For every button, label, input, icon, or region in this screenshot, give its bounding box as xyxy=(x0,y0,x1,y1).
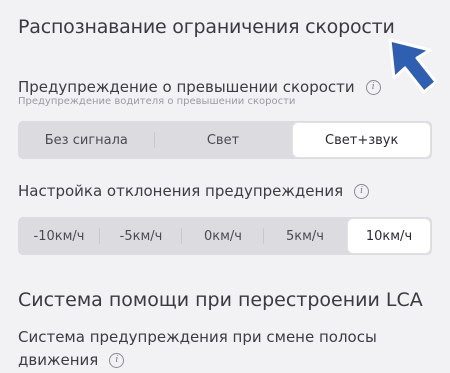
deviation-label-row: Настройка отклонения предупреждения i xyxy=(18,182,370,200)
deviation-label: Настройка отклонения предупреждения xyxy=(18,182,344,200)
lca-warning-line1: Система предупреждения при смене полосы xyxy=(18,328,377,346)
warning-label-row: Предупреждение о превышении скорости i xyxy=(18,78,381,96)
option-light[interactable]: Свет xyxy=(155,121,292,159)
option-0[interactable]: 0км/ч xyxy=(182,217,264,255)
lca-warning-line2-row: движения i xyxy=(18,349,398,372)
section-title-lca: Система помощи при перестроении LCA xyxy=(18,289,423,311)
info-icon[interactable]: i xyxy=(354,183,370,199)
option-no-signal[interactable]: Без сигнала xyxy=(18,121,155,159)
warning-mode-selector: Без сигнала Свет Свет+звук xyxy=(18,121,432,159)
option-minus-10[interactable]: -10км/ч xyxy=(18,217,100,255)
lca-warning-label: Система предупреждения при смене полосы … xyxy=(18,326,398,372)
option-minus-5[interactable]: -5км/ч xyxy=(100,217,182,255)
warning-label: Предупреждение о превышении скорости xyxy=(18,78,355,96)
option-plus-5[interactable]: 5км/ч xyxy=(264,217,346,255)
warning-sublabel: Предупреждение водителя о превышении ско… xyxy=(18,96,296,107)
info-icon[interactable]: i xyxy=(109,353,125,368)
section-title-speed-limit: Распознавание ограничения скорости xyxy=(18,16,395,38)
arrow-pointer-icon xyxy=(388,38,438,94)
option-plus-10[interactable]: 10км/ч xyxy=(348,219,430,253)
deviation-selector: -10км/ч -5км/ч 0км/ч 5км/ч 10км/ч xyxy=(18,217,432,255)
lca-warning-line2: движения xyxy=(18,351,99,369)
info-icon[interactable]: i xyxy=(365,79,381,95)
option-light-sound[interactable]: Свет+звук xyxy=(293,123,431,157)
